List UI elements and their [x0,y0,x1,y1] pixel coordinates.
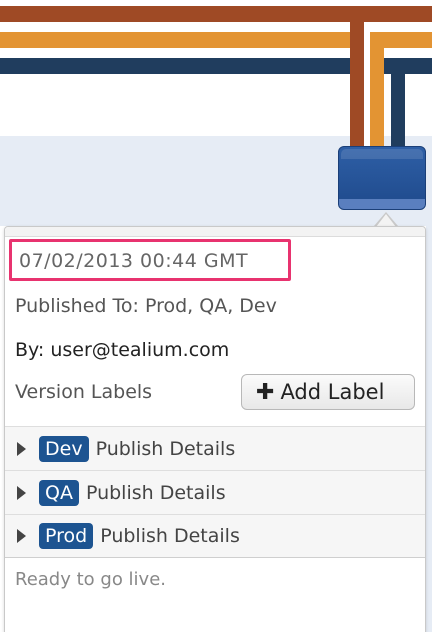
side-band [426,226,432,632]
caret-right-icon[interactable] [17,441,26,456]
publish-details-row-dev[interactable]: Dev Publish Details [5,426,425,470]
publish-details-label: Publish Details [100,525,240,547]
connector-line-rust [350,6,364,148]
publish-details-label: Publish Details [85,481,226,504]
caret-right-icon[interactable] [17,485,26,500]
version-timestamp: 07/02/2013 00:44 GMT [9,239,291,281]
version-note: Ready to go live. [15,569,167,590]
version-node-base [339,199,425,209]
connector-line-orange [370,32,384,148]
version-node[interactable] [338,146,426,210]
published-by-text: By: user@tealium.com [15,339,230,361]
publish-details-row-qa[interactable]: QA Publish Details [5,470,425,514]
plus-icon: ✚ [256,379,275,405]
version-node-shine [341,149,423,159]
publish-details-label: Publish Details [95,437,236,460]
env-badge-dev: Dev [39,435,89,462]
timeline-stripe-rust [0,6,432,22]
env-badge-prod: Prod [39,523,94,549]
add-label-button[interactable]: ✚ Add Label [241,374,415,410]
version-labels-label: Version Labels [15,381,153,403]
env-badge-qa: QA [39,479,79,506]
publish-details-row-prod[interactable]: Prod Publish Details [5,514,425,558]
published-to-text: Published To: Prod, QA, Dev [15,295,277,317]
add-label-text: Add Label [280,380,385,404]
connector-line-navy [391,58,405,148]
caret-right-icon[interactable] [17,529,26,543]
version-details-panel: 07/02/2013 00:44 GMT Published To: Prod,… [4,226,426,632]
panel-header [5,227,425,237]
